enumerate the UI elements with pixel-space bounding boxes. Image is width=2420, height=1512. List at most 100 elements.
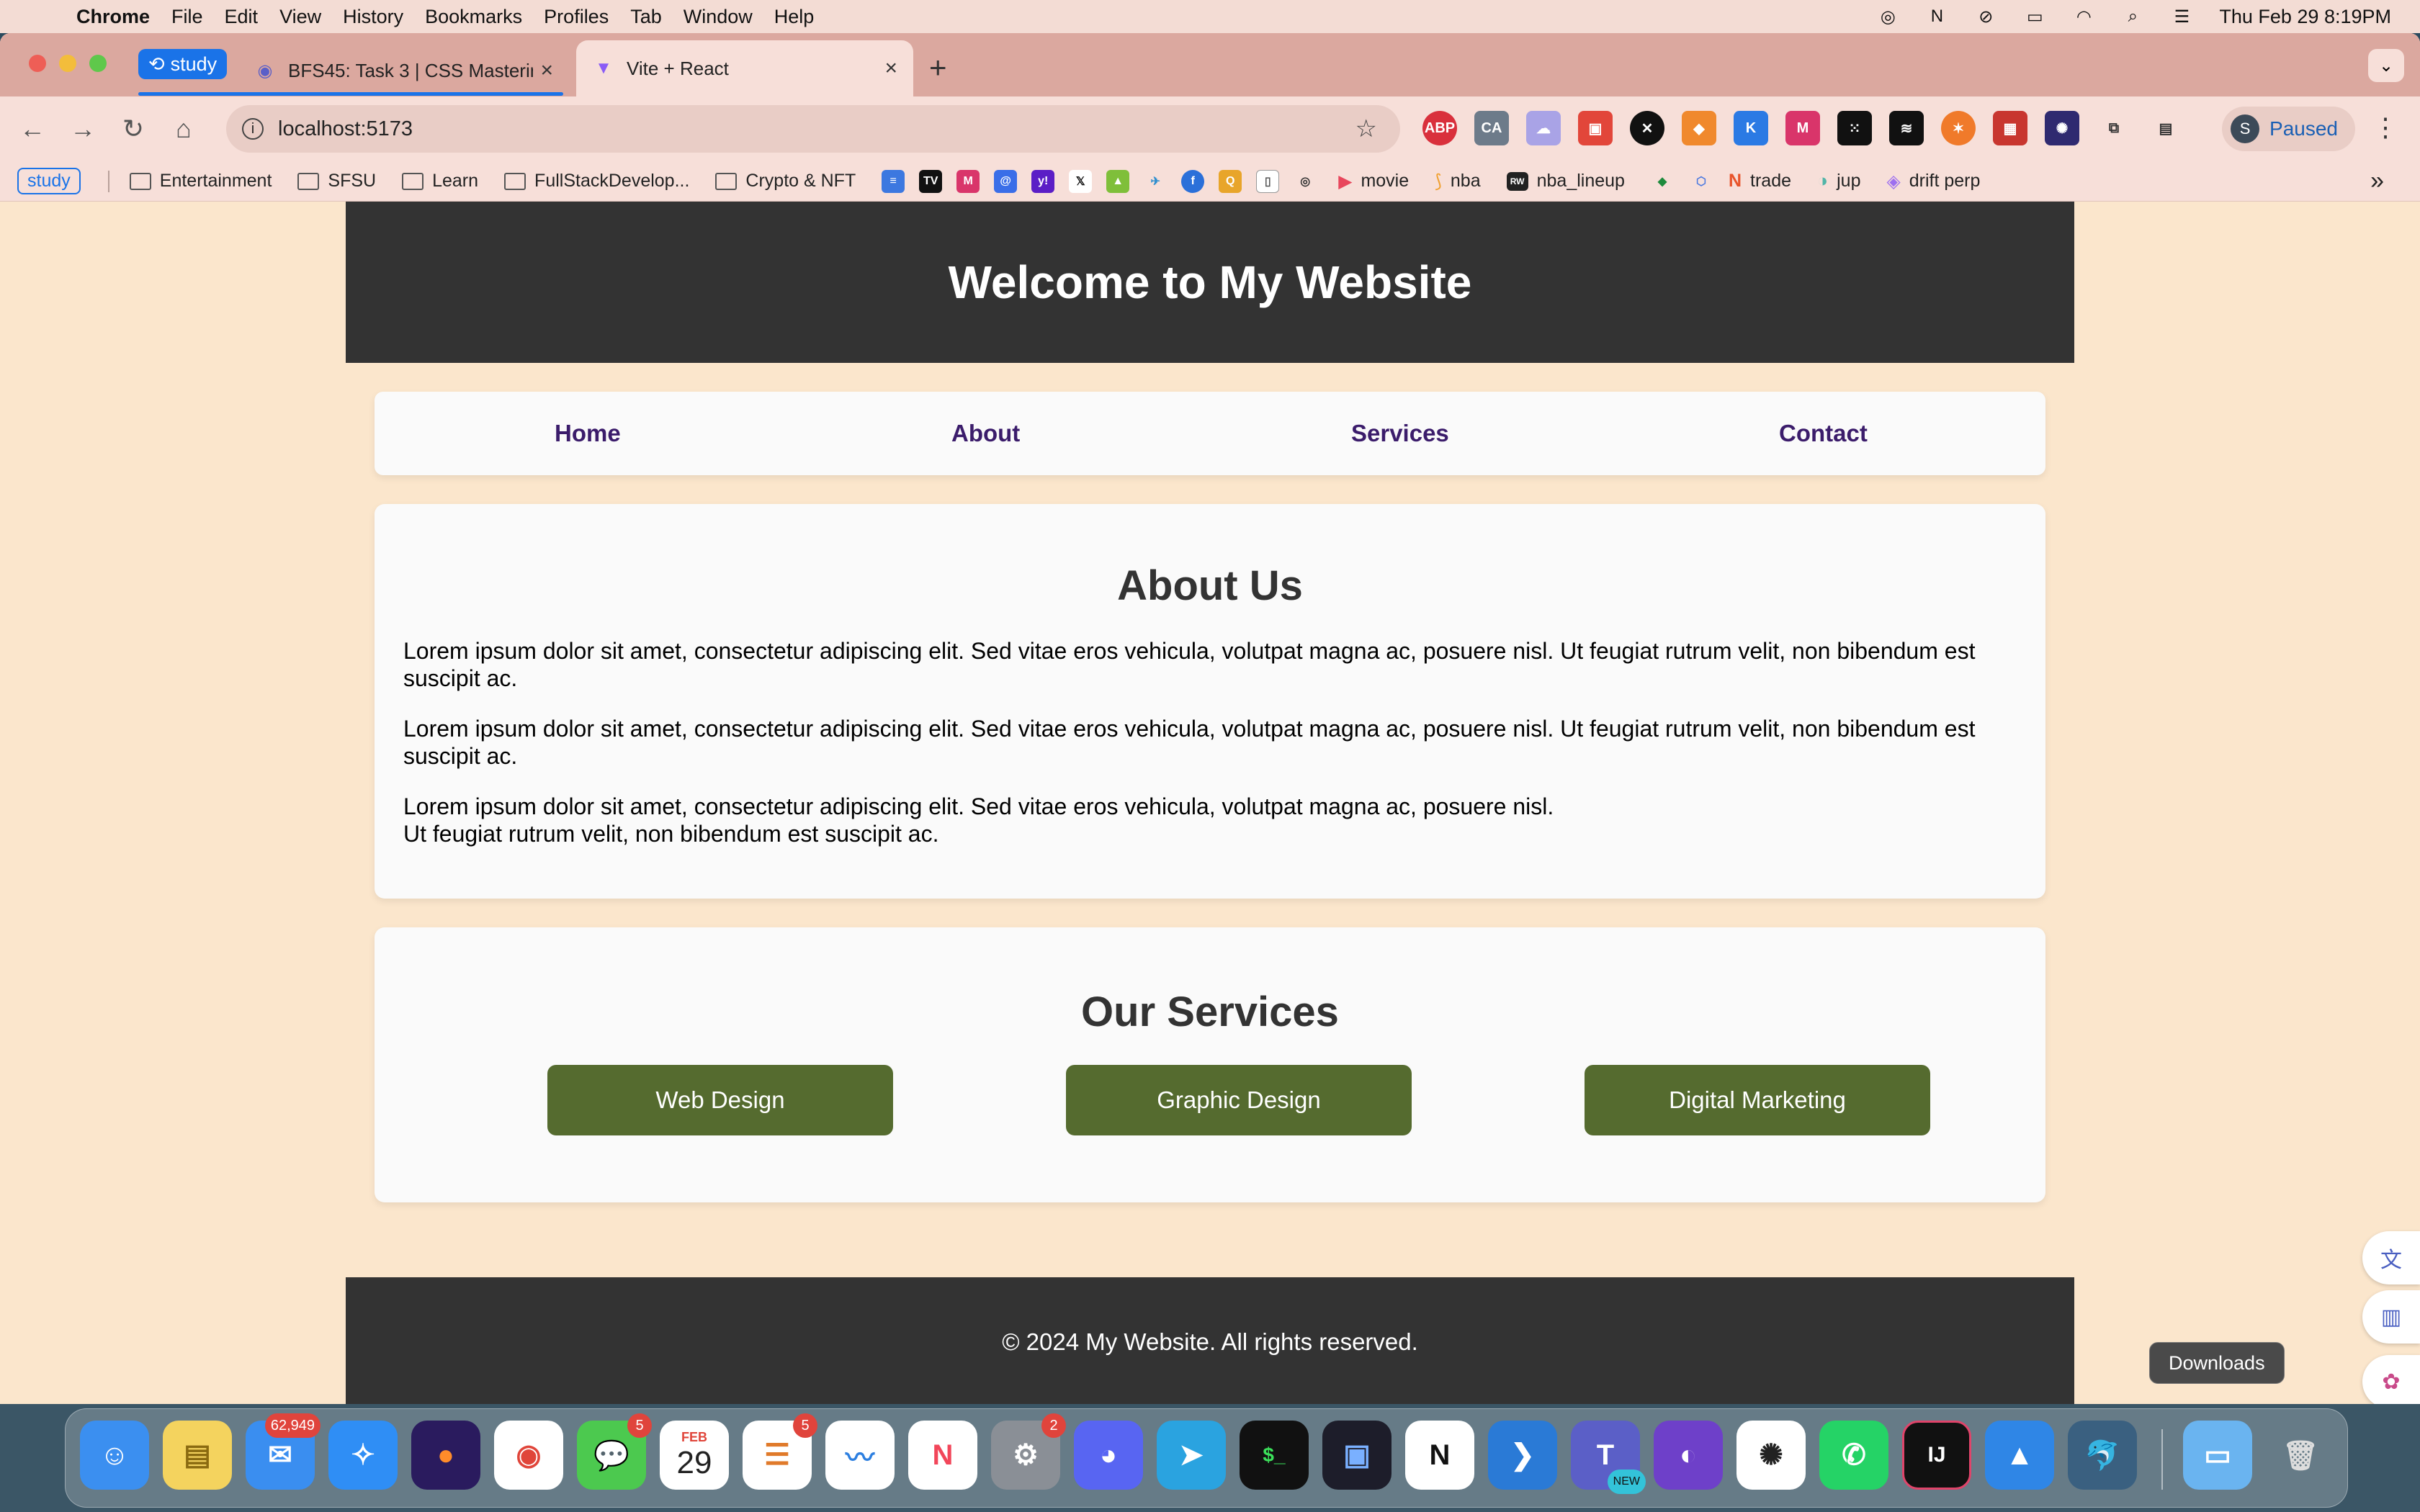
calendar-icon[interactable]: FEB 29 (660, 1421, 729, 1490)
intellij-icon[interactable]: IJ (1902, 1421, 1971, 1490)
bookmark-drift-perp[interactable]: ◈ drift perp (1887, 171, 1981, 192)
zoom-window-icon[interactable] (89, 55, 107, 72)
menu-profiles[interactable]: Profiles (544, 6, 609, 28)
menu-edit[interactable]: Edit (225, 6, 259, 28)
nav-services-link[interactable]: Services (1351, 392, 1449, 475)
close-tab-icon[interactable]: × (884, 56, 897, 81)
tradingview-bookmark-icon[interactable]: TV (919, 169, 943, 193)
binance-bookmark-icon[interactable]: ◆ (1651, 170, 1674, 193)
forward-arrow-icon[interactable]: → (58, 114, 108, 144)
lock-extension-icon[interactable]: ▣ (1578, 111, 1613, 145)
search-bookmark-icon[interactable]: Q (1219, 169, 1242, 193)
puzzle-extensions-icon[interactable]: ⧉ (2097, 111, 2131, 145)
terminal-icon[interactable]: $_ (1240, 1421, 1309, 1490)
bookmark-folder[interactable]: FullStackDevelop... (504, 171, 689, 192)
live-bookmark-icon[interactable]: ▲ (1106, 169, 1130, 193)
page-bookmark-icon[interactable]: ▯ (1256, 169, 1280, 193)
docs-bookmark-icon[interactable]: ≡ (882, 169, 905, 193)
vscode-icon[interactable]: ❯ (1488, 1421, 1557, 1490)
finder-icon[interactable]: ☺ (80, 1421, 149, 1490)
red-extension-icon[interactable]: ▦ (1993, 111, 2027, 145)
address-bar[interactable]: i localhost:5173 ☆ (226, 105, 1400, 153)
mail-icon[interactable]: ✉ 62,949 (246, 1413, 321, 1490)
trash-icon[interactable]: 🗑 (2266, 1421, 2335, 1490)
bookmark-folder[interactable]: Entertainment (129, 171, 272, 192)
menu-clock[interactable]: Thu Feb 29 8:19PM (2219, 6, 2391, 28)
bookmark-folder[interactable]: Crypto & NFT (715, 171, 856, 192)
keynote-icon[interactable]: ▲ (1985, 1421, 2054, 1490)
freeform-icon[interactable]: 〰 (825, 1421, 895, 1490)
preview-icon[interactable]: ▣ (1322, 1421, 1392, 1490)
github-desktop-icon[interactable]: ◐ (1654, 1421, 1723, 1490)
notion-tray-icon[interactable]: N (1925, 6, 1948, 27)
whatsapp-icon[interactable]: ✆ (1819, 1421, 1888, 1490)
facebook-bookmark-icon[interactable]: f (1181, 169, 1205, 193)
notes-icon[interactable]: ▤ (163, 1421, 232, 1490)
cloud-extension-icon[interactable]: ☁ (1526, 111, 1561, 145)
tab-bfs45[interactable]: ◉ BFS45: Task 3 | CSS Mastering × (238, 45, 569, 96)
menu-file[interactable]: File (171, 6, 203, 28)
url-text[interactable]: localhost:5173 (278, 117, 413, 141)
more-bookmarks-icon[interactable]: » (2370, 167, 2384, 195)
hex-bookmark-icon[interactable]: ⬡ (1690, 170, 1713, 193)
profile-button[interactable]: S Paused (2222, 107, 2355, 151)
telegram-icon[interactable]: ➤ (1157, 1421, 1226, 1490)
digital-marketing-button[interactable]: Digital Marketing (1585, 1065, 1930, 1135)
minimize-window-icon[interactable] (59, 55, 76, 72)
nav-contact-link[interactable]: Contact (1779, 392, 1868, 475)
bookmark-star-icon[interactable]: ☆ (1355, 114, 1377, 143)
menu-help[interactable]: Help (774, 6, 815, 28)
wifi-icon[interactable]: ◠ (2072, 6, 2095, 27)
bookmark-folder[interactable]: Learn (402, 171, 478, 192)
bookmark-folder[interactable]: SFSU (297, 171, 376, 192)
openai-tray-icon[interactable]: ◎ (1876, 6, 1899, 27)
side-panel-icon[interactable]: ▤ (2148, 111, 2183, 145)
color-extension-icon[interactable]: ✺ (2045, 111, 2079, 145)
new-tab-icon[interactable]: + (929, 50, 947, 85)
at-bookmark-icon[interactable]: @ (994, 169, 1018, 193)
reminders-icon[interactable]: ☰ 5 (743, 1413, 817, 1490)
dice-extension-icon[interactable]: ⁙ (1837, 111, 1872, 145)
bookmark-trade[interactable]: Ntrade (1729, 171, 1791, 192)
close-window-icon[interactable] (29, 55, 46, 72)
translate-icon[interactable]: 文 (2362, 1231, 2420, 1284)
yahoo-bookmark-icon[interactable]: y! (1031, 169, 1055, 193)
metamask-extension-icon[interactable]: ◆ (1682, 111, 1716, 145)
bookmark-jup[interactable]: ◑ jup (1817, 171, 1860, 192)
bookmark-group-study[interactable]: study (17, 168, 81, 194)
safari-icon[interactable]: ✧ (328, 1421, 398, 1490)
menu-tab[interactable]: Tab (630, 6, 662, 28)
bookmark-nba-lineup[interactable]: RW nba_lineup (1506, 171, 1625, 192)
notion-icon[interactable]: N (1405, 1421, 1474, 1490)
back-arrow-icon[interactable]: ← (7, 114, 58, 144)
news-icon[interactable]: N (908, 1421, 977, 1490)
menu-app-name[interactable]: Chrome (76, 6, 150, 28)
close-tab-icon[interactable]: × (540, 58, 553, 83)
menu-bookmarks[interactable]: Bookmarks (425, 6, 522, 28)
site-info-icon[interactable]: i (242, 118, 264, 140)
graphic-design-button[interactable]: Graphic Design (1066, 1065, 1412, 1135)
system-settings-icon[interactable]: ⚙ 2 (991, 1413, 1066, 1490)
firefox-icon[interactable]: ● (411, 1421, 480, 1490)
tab-group-study[interactable]: ⟲ study (138, 49, 228, 79)
m-extension-icon[interactable]: M (1785, 111, 1820, 145)
wallet-extension-icon[interactable]: ≋ (1889, 111, 1924, 145)
reload-icon[interactable]: ↻ (108, 114, 158, 144)
bookmark-movie[interactable]: ▶ movie (1338, 171, 1409, 192)
x-extension-icon[interactable]: ✕ (1630, 111, 1664, 145)
nav-home-link[interactable]: Home (555, 392, 621, 475)
muted-tray-icon[interactable]: ⊘ (1974, 6, 1997, 27)
reader-icon[interactable]: ▥ (2362, 1290, 2420, 1344)
menu-window[interactable]: Window (684, 6, 753, 28)
tab-vite-react[interactable]: ▼ Vite + React × (576, 40, 913, 96)
teams-icon[interactable]: T NEW (1571, 1421, 1646, 1494)
chrome-icon[interactable]: ◉ (494, 1421, 563, 1490)
m-bookmark-icon[interactable]: M (956, 169, 980, 193)
bookmark-nba[interactable]: ⟆ nba (1435, 171, 1480, 192)
web-design-button[interactable]: Web Design (547, 1065, 893, 1135)
x-bookmark-icon[interactable]: 𝕏 (1069, 169, 1093, 193)
menu-view[interactable]: View (279, 6, 321, 28)
openai-bookmark-icon[interactable]: ◎ (1294, 170, 1317, 193)
ca-extension-icon[interactable]: CA (1474, 111, 1509, 145)
spotlight-search-icon[interactable]: ⌕ (2121, 6, 2144, 27)
